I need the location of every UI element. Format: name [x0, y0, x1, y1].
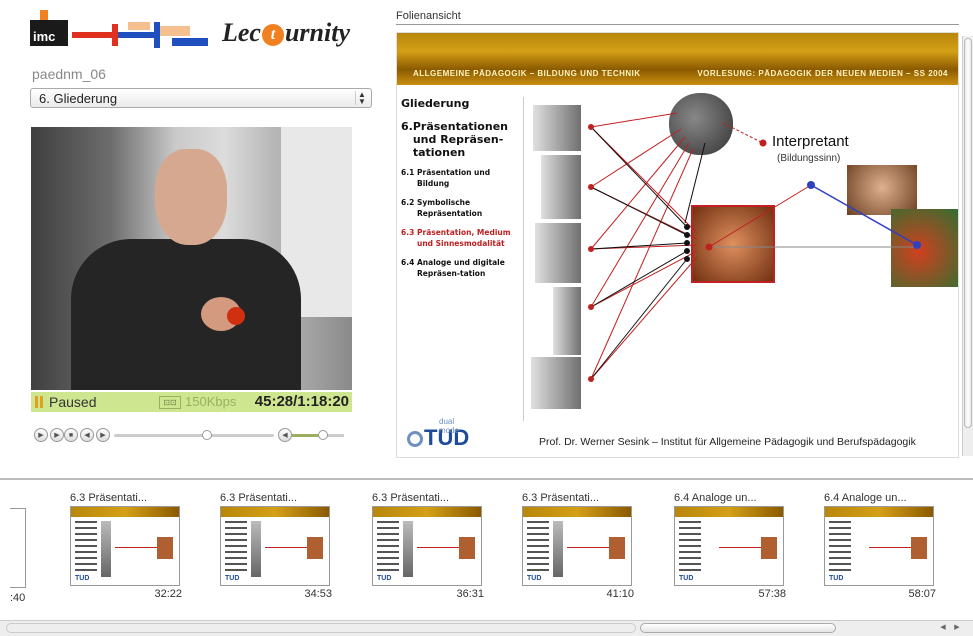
- scroll-right-icon[interactable]: ▶: [952, 623, 962, 633]
- scroll-left-icon[interactable]: ◀: [938, 623, 948, 633]
- thumbnail-title: 6.3 Präsentati...: [522, 492, 600, 504]
- chapter-select[interactable]: 6. Gliederung ▲ ▼: [30, 88, 372, 108]
- thumbnail-item[interactable]: 6.4 Analoge un... TUD 58:07: [824, 492, 936, 600]
- tud-logo-sub: dual mode: [439, 417, 460, 435]
- thumbnail-title: 6.3 Präsentati...: [220, 492, 298, 504]
- fullscreen-icon[interactable]: ⊡⊡: [159, 396, 181, 409]
- rewind-icon[interactable]: ◀: [80, 428, 94, 442]
- thumbnail-title: 6.4 Analoge un...: [674, 492, 757, 504]
- speaker-head: [155, 149, 227, 245]
- player-status-bar: Paused ⊡⊡ 150Kbps 45:28/1:18:20: [31, 392, 352, 412]
- logo-bars-graphic: [72, 22, 208, 48]
- horizontal-scroll-thumb[interactable]: [640, 623, 836, 633]
- panel-divider: [396, 24, 959, 25]
- thumbnail-time: 34:53: [304, 588, 332, 600]
- thumbnail-title: 6.4 Analoge un...: [824, 492, 907, 504]
- apple-prop: [227, 307, 245, 325]
- imc-logo-text: imc: [33, 29, 56, 44]
- semiotic-diagram-lines: [588, 112, 921, 382]
- thumbnail-item[interactable]: 6.4 Analoge un... TUD 57:38: [674, 492, 786, 600]
- thumbnail-divider: [0, 478, 973, 480]
- thumbnail-time: 36:31: [456, 588, 484, 600]
- volume-handle[interactable]: [318, 430, 329, 440]
- forward-icon[interactable]: ▶: [96, 428, 110, 442]
- thumbnail-time: 32:22: [154, 588, 182, 600]
- slide-view: ALLGEMEINE PÄDAGOGIK – BILDUNG UND TECHN…: [396, 32, 959, 458]
- logo-text-pre: Lec: [222, 18, 261, 47]
- logo-text-mid: t: [261, 24, 284, 47]
- thumbnail-item[interactable]: 6.3 Präsentati... TUD 32:22: [70, 492, 182, 600]
- select-arrows-icon: ▲ ▼: [355, 91, 368, 106]
- slide-footer: Prof. Dr. Werner Sesink – Institut für A…: [539, 436, 916, 448]
- stop-icon[interactable]: ■: [64, 428, 78, 442]
- thumbnail-item[interactable]: 6.3 Präsentati... TUD 36:31: [372, 492, 484, 600]
- player-state: Paused: [49, 394, 97, 410]
- thumbnail-time: :40: [10, 592, 26, 604]
- scroll-rail: [6, 623, 636, 633]
- thumbnail-item[interactable]: 6.3 Präsentati... TUD 41:10: [522, 492, 634, 600]
- vertical-scroll-thumb[interactable]: [964, 38, 972, 428]
- thumbnail-title: 6.3 Präsentati...: [372, 492, 450, 504]
- thumbnail-time: 57:38: [758, 588, 786, 600]
- play-icon[interactable]: ▶: [34, 428, 48, 442]
- logo-text-post: urnity: [284, 18, 350, 47]
- interpretant-label: Interpretant: [772, 133, 849, 150]
- imc-logo: imc: [30, 20, 68, 46]
- chapter-select-value: 6. Gliederung: [39, 91, 118, 106]
- lecture-id: paednm_06: [32, 66, 106, 82]
- playback-time: 45:28/1:18:20: [254, 393, 349, 410]
- slide-vertical-scrollbar[interactable]: [962, 36, 973, 456]
- play-icon-secondary[interactable]: ▶: [50, 428, 64, 442]
- thumbnail-image[interactable]: TUD: [70, 506, 180, 586]
- thumbnail-image[interactable]: TUD: [522, 506, 632, 586]
- lecturnity-logo: Lec t urnity: [222, 18, 350, 48]
- bitrate: 150Kbps: [185, 394, 237, 409]
- thumbnail-image[interactable]: TUD: [674, 506, 784, 586]
- slide-panel-title: Folienansicht: [396, 10, 461, 22]
- video-player[interactable]: [31, 127, 352, 390]
- thumbnail-horizontal-scrollbar[interactable]: ◀ ▶: [0, 620, 973, 636]
- volume-icon[interactable]: ◀: [278, 428, 292, 442]
- thumbnail-partial[interactable]: [10, 508, 26, 588]
- thumbnail-time: 41:10: [606, 588, 634, 600]
- speaker-body: [71, 239, 301, 390]
- thumbnail-item[interactable]: 6.3 Präsentati... TUD 34:53: [220, 492, 332, 600]
- tud-logo: dual mode TUD: [407, 417, 469, 451]
- interpretant-sublabel: (Bildungssinn): [777, 153, 841, 164]
- thumbnail-title: 6.3 Präsentati...: [70, 492, 148, 504]
- pause-icon: [35, 396, 45, 408]
- logo-accent: [40, 10, 48, 20]
- thumbnail-image[interactable]: TUD: [372, 506, 482, 586]
- tud-ring-icon: [407, 431, 423, 448]
- seek-handle[interactable]: [201, 430, 212, 440]
- thumbnail-time: 58:07: [908, 588, 936, 600]
- seek-bar[interactable]: [114, 434, 274, 437]
- thumbnail-image[interactable]: TUD: [220, 506, 330, 586]
- thumbnail-image[interactable]: TUD: [824, 506, 934, 586]
